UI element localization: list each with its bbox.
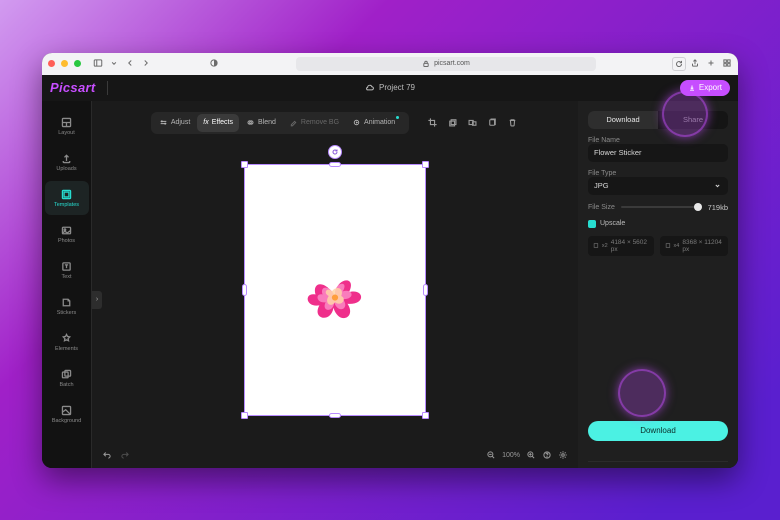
rail-text-label: Text [61, 274, 71, 280]
rail-uploads[interactable]: Uploads [45, 145, 89, 179]
rail-batch-label: Batch [59, 382, 73, 388]
status-dot-icon [396, 116, 399, 119]
resize-handle[interactable] [242, 284, 247, 296]
export-button[interactable]: Export [680, 80, 730, 96]
resize-handle[interactable] [241, 412, 248, 419]
upscale-x2[interactable]: x24184 × 5602 px [588, 236, 654, 256]
nav-forward-icon[interactable] [141, 58, 151, 70]
divider [588, 461, 728, 462]
project-name: Project 79 [379, 83, 415, 92]
slider-thumb[interactable] [694, 203, 702, 211]
traffic-max-icon[interactable] [74, 60, 81, 67]
share-icon[interactable] [690, 58, 700, 70]
duplicate-icon[interactable] [485, 116, 499, 130]
tab-share[interactable]: Share [658, 111, 728, 129]
filesize-slider[interactable] [621, 206, 702, 208]
address-bar[interactable]: picsart.com [296, 57, 596, 71]
rail-text[interactable]: Text [45, 253, 89, 287]
checkbox-icon [588, 220, 596, 228]
tab-download[interactable]: Download [588, 111, 658, 129]
rail-elements-label: Elements [55, 346, 78, 352]
chevron-down-icon [713, 181, 722, 190]
app-header: Picsart Project 79 Export [42, 75, 738, 101]
shield-icon[interactable] [209, 58, 219, 70]
filesize-value: 719kb [708, 203, 728, 212]
undo-icon[interactable] [102, 450, 112, 462]
nav-back-icon[interactable] [125, 58, 135, 70]
rail-templates-label: Templates [54, 202, 79, 208]
resize-handle[interactable] [422, 412, 429, 419]
filetype-label: File Type [588, 170, 728, 177]
app-logo[interactable]: Picsart [50, 80, 95, 95]
bottom-bar: 100% [92, 444, 578, 468]
export-label: Export [699, 83, 722, 92]
position-icon[interactable] [465, 116, 479, 130]
new-tab-icon[interactable] [706, 58, 716, 70]
tool-effects[interactable]: fxEffects [197, 114, 239, 132]
redo-icon[interactable] [120, 450, 130, 462]
filetype-select[interactable]: JPG [588, 177, 728, 195]
rail-elements[interactable]: Elements [45, 325, 89, 359]
resize-handle[interactable] [241, 161, 248, 168]
left-rail: Layout Uploads Templates Photos Text Sti… [42, 101, 92, 468]
url-text: picsart.com [434, 60, 470, 67]
reload-button[interactable] [672, 57, 686, 71]
export-panel: Download Share File Name Flower Sticker … [578, 101, 738, 468]
tool-adjust[interactable]: Adjust [153, 114, 196, 132]
cloud-icon [365, 83, 375, 93]
divider [107, 81, 108, 95]
tool-blend[interactable]: Blend [240, 114, 282, 132]
browser-chrome: picsart.com [42, 53, 738, 75]
zoom-in-icon[interactable] [526, 450, 536, 462]
chevron-down-icon[interactable] [109, 58, 119, 70]
zoom-value[interactable]: 100% [502, 452, 520, 459]
layers-icon[interactable] [445, 116, 459, 130]
canvas-stage[interactable] [92, 137, 578, 444]
rail-photos-label: Photos [58, 238, 75, 244]
crop-icon[interactable] [425, 116, 439, 130]
rail-stickers-label: Stickers [57, 310, 77, 316]
zoom-out-icon[interactable] [486, 450, 496, 462]
delete-icon[interactable] [505, 116, 519, 130]
rotate-handle[interactable] [328, 145, 342, 159]
upscale-label: Upscale [600, 220, 625, 227]
help-icon[interactable] [542, 450, 552, 462]
rail-templates[interactable]: Templates [45, 181, 89, 215]
resize-handle[interactable] [329, 413, 341, 418]
project-title[interactable]: Project 79 [365, 83, 415, 93]
panel-tabs: Download Share [588, 111, 728, 129]
resize-handle[interactable] [423, 284, 428, 296]
tool-animation[interactable]: Animation [346, 114, 407, 132]
rail-photos[interactable]: Photos [45, 217, 89, 251]
rail-background[interactable]: Background [45, 397, 89, 431]
rail-background-label: Background [52, 418, 81, 424]
resize-handle[interactable] [422, 161, 429, 168]
rail-expand-button[interactable]: › [92, 291, 102, 309]
tabs-icon[interactable] [722, 58, 732, 70]
flower-image[interactable] [293, 257, 377, 335]
download-button[interactable]: Download [588, 421, 728, 441]
resize-handle[interactable] [329, 162, 341, 167]
settings-icon[interactable] [558, 450, 568, 462]
rail-layout[interactable]: Layout [45, 109, 89, 143]
filesize-label: File Size [588, 204, 615, 211]
rail-layout-label: Layout [58, 130, 75, 136]
lock-icon [421, 59, 431, 69]
sidebar-toggle-icon[interactable] [93, 58, 103, 70]
filename-label: File Name [588, 137, 728, 144]
tool-remove-bg[interactable]: Remove BG [283, 114, 345, 132]
traffic-min-icon[interactable] [61, 60, 68, 67]
filename-field[interactable]: Flower Sticker [588, 144, 728, 162]
artboard[interactable] [245, 165, 425, 415]
upscale-x4[interactable]: x48368 × 11204 px [660, 236, 728, 256]
rail-batch[interactable]: Batch [45, 361, 89, 395]
download-icon [688, 84, 696, 92]
rail-stickers[interactable]: Stickers [45, 289, 89, 323]
rail-uploads-label: Uploads [56, 166, 76, 172]
toolstrip: Adjust fxEffects Blend Remove BG Animati… [151, 109, 519, 137]
traffic-close-icon[interactable] [48, 60, 55, 67]
upscale-checkbox[interactable]: Upscale [588, 220, 728, 228]
